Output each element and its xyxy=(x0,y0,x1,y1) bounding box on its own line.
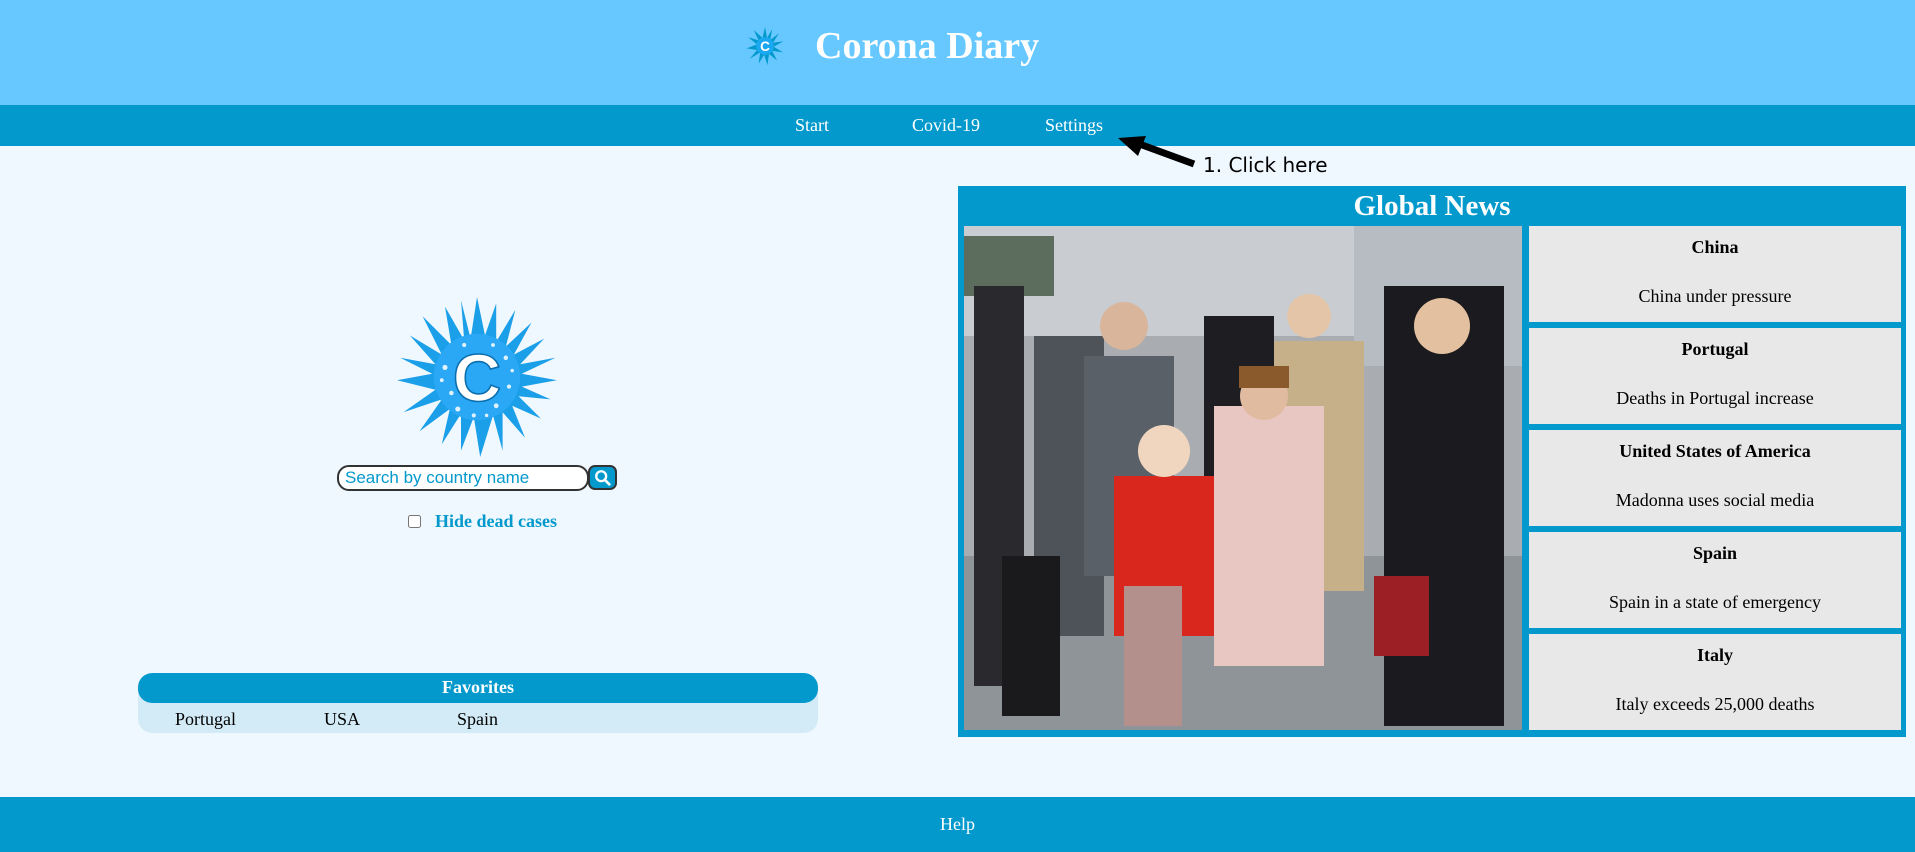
hide-dead-cases-filter: Hide dead cases xyxy=(408,511,557,532)
global-news-title: Global News xyxy=(1353,190,1511,222)
search-button[interactable] xyxy=(588,465,617,490)
corona-logo-icon: C xyxy=(746,26,784,66)
news-item-country: United States of America xyxy=(1619,441,1811,461)
news-item-italy[interactable]: Italy Italy exceeds 25,000 deaths xyxy=(1529,634,1901,730)
svg-text:C: C xyxy=(760,39,770,54)
favorites-panel: Favorites Portugal USA Spain xyxy=(138,673,818,733)
news-item-headline: Spain in a state of emergency xyxy=(1608,592,1822,612)
news-item-headline: Madonna uses social media xyxy=(1615,490,1815,510)
news-item-usa[interactable]: United States of America Madonna uses so… xyxy=(1529,430,1901,526)
news-item-portugal[interactable]: Portugal Deaths in Portugal increase xyxy=(1529,328,1901,424)
favorite-item[interactable]: Portugal xyxy=(175,709,236,730)
favorite-item[interactable]: USA xyxy=(324,709,360,730)
news-item-country: Italy xyxy=(1697,645,1733,665)
news-item-headline: Italy exceeds 25,000 deaths xyxy=(1615,694,1815,714)
search-input[interactable] xyxy=(337,465,589,491)
page-title: Corona Diary xyxy=(815,25,1040,67)
news-item-headline: Deaths in Portugal increase xyxy=(1616,388,1814,408)
hide-dead-cases-label[interactable]: Hide dead cases xyxy=(435,511,557,532)
nav-item-start[interactable]: Start xyxy=(795,115,829,136)
footer: Help xyxy=(0,797,1915,852)
nav-item-covid-19[interactable]: Covid-19 xyxy=(912,115,980,136)
favorite-item[interactable]: Spain xyxy=(457,709,498,730)
global-news-panel: Global News China China under pressure P… xyxy=(958,186,1906,737)
search-icon xyxy=(594,469,611,486)
annotation-text: 1. Click here xyxy=(1203,153,1328,177)
news-item-country: Portugal xyxy=(1681,339,1749,359)
hide-dead-cases-checkbox[interactable] xyxy=(408,515,421,528)
news-item-spain[interactable]: Spain Spain in a state of emergency xyxy=(1529,532,1901,628)
arrow-icon xyxy=(1118,136,1196,168)
help-link[interactable]: Help xyxy=(0,814,1915,835)
header: C Corona Diary xyxy=(0,0,1915,105)
main-nav: Start Covid-19 Settings xyxy=(0,105,1915,146)
favorites-title: Favorites xyxy=(138,673,818,703)
news-item-headline: China under pressure xyxy=(1638,286,1792,306)
corona-logo-icon: C xyxy=(397,297,557,457)
news-item-china[interactable]: China China under pressure xyxy=(1529,226,1901,322)
news-item-country: China xyxy=(1691,237,1739,257)
news-photo[interactable] xyxy=(964,226,1522,730)
svg-text:C: C xyxy=(453,341,502,416)
news-item-country: Spain xyxy=(1692,543,1738,563)
nav-item-settings[interactable]: Settings xyxy=(1045,115,1103,136)
